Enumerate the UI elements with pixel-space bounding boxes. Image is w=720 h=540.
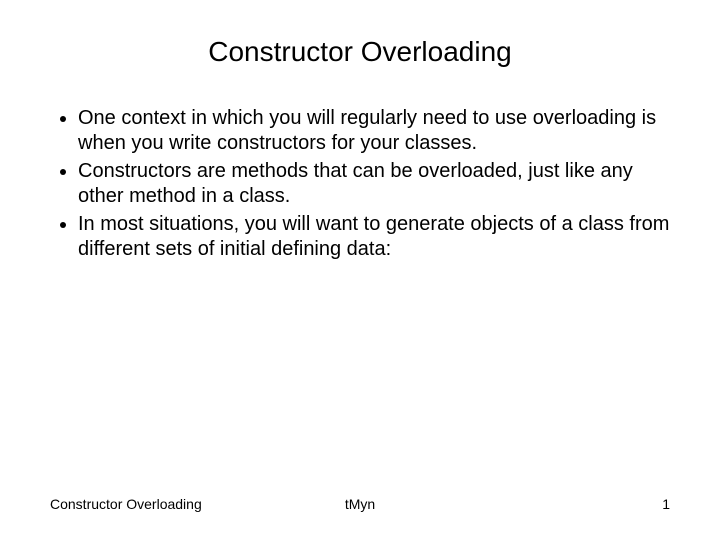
bullet-item: Constructors are methods that can be ove… xyxy=(78,159,670,209)
slide-footer: Constructor Overloading tMyn 1 xyxy=(50,496,670,512)
bullet-item: In most situations, you will want to gen… xyxy=(78,212,670,262)
bullet-list: One context in which you will regularly … xyxy=(50,106,670,262)
bullet-item: One context in which you will regularly … xyxy=(78,106,670,156)
footer-center-text: tMyn xyxy=(257,496,464,512)
footer-left-text: Constructor Overloading xyxy=(50,496,257,512)
slide-container: Constructor Overloading One context in w… xyxy=(0,0,720,540)
slide-content: One context in which you will regularly … xyxy=(50,106,670,500)
slide-title: Constructor Overloading xyxy=(50,36,670,68)
footer-page-number: 1 xyxy=(463,496,670,512)
